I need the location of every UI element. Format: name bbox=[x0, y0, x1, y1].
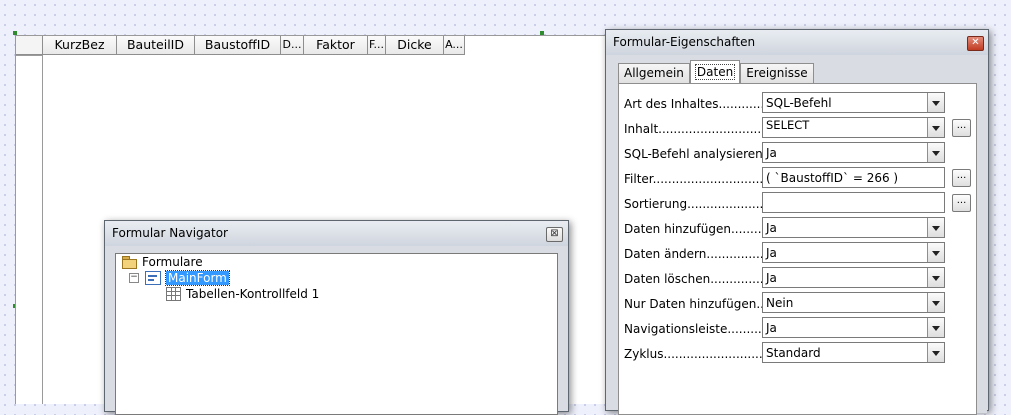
column-header-kurzbez[interactable]: KurzBez bbox=[43, 36, 117, 55]
chevron-down-icon[interactable] bbox=[927, 243, 944, 262]
navigator-tree[interactable]: Formulare − MainForm Tabellen-Kontrollfe… bbox=[115, 253, 558, 415]
form-properties-title: Formular-Eigenschaften bbox=[613, 35, 756, 49]
property-label: SQL-Befehl analysieren..... bbox=[624, 147, 782, 161]
grid-corner bbox=[16, 36, 43, 55]
sortierung-more-button[interactable]: ... bbox=[952, 194, 971, 212]
row-header-divider bbox=[16, 55, 43, 56]
daten-hinzufuegen-dropdown[interactable]: Ja bbox=[762, 217, 945, 238]
property-filter: Filter..................................… bbox=[619, 167, 976, 191]
dropdown-value: SQL-Befehl bbox=[766, 96, 832, 110]
tab-label: Daten bbox=[694, 64, 736, 80]
form-icon bbox=[145, 271, 161, 285]
dropdown-value: Standard bbox=[766, 346, 821, 360]
chevron-down-icon[interactable] bbox=[927, 143, 944, 162]
property-label: Navigationsleiste............... bbox=[624, 322, 785, 336]
chevron-down-icon[interactable] bbox=[927, 118, 944, 137]
daten-aendern-dropdown[interactable]: Ja bbox=[762, 242, 945, 263]
collapse-icon[interactable]: − bbox=[129, 273, 139, 283]
property-label: Nur Daten hinzufügen....... bbox=[624, 297, 784, 311]
tree-item-label: Formulare bbox=[142, 255, 203, 269]
tree-item-label: Tabellen-Kontrollfeld 1 bbox=[186, 287, 320, 301]
chevron-down-icon[interactable] bbox=[927, 93, 944, 112]
row-header-column bbox=[42, 55, 43, 404]
form-navigator-title: Formular Navigator bbox=[112, 226, 228, 240]
art-des-inhaltes-dropdown[interactable]: SQL-Befehl bbox=[762, 92, 945, 113]
column-header-dicke[interactable]: Dicke bbox=[386, 36, 444, 55]
form-navigator-window[interactable]: Formular Navigator ⊠ Formulare − MainFor… bbox=[104, 220, 569, 415]
daten-tab-panel: Art des Inhaltes.................. SQL-B… bbox=[618, 83, 977, 415]
chevron-down-icon[interactable] bbox=[927, 218, 944, 237]
daten-loeschen-dropdown[interactable]: Ja bbox=[762, 267, 945, 288]
property-daten-loeschen: Daten löschen....................... Ja bbox=[619, 267, 976, 291]
form-navigator-titlebar[interactable]: Formular Navigator bbox=[105, 221, 568, 246]
tab-ereignisse[interactable]: Ereignisse bbox=[740, 63, 814, 83]
property-daten-hinzufuegen: Daten hinzufügen.............. Ja bbox=[619, 217, 976, 241]
tree-item-formulare[interactable]: Formulare bbox=[122, 254, 203, 270]
combobox-value: SELECT bbox=[766, 118, 810, 132]
form-properties-window[interactable]: Formular-Eigenschaften ✕ Allgemein Daten… bbox=[605, 29, 989, 415]
column-header-d[interactable]: D... bbox=[281, 36, 304, 55]
tree-item-table-control[interactable]: Tabellen-Kontrollfeld 1 bbox=[166, 286, 319, 302]
property-navigationsleiste: Navigationsleiste............... Ja bbox=[619, 317, 976, 341]
property-daten-aendern: Daten ändern......................... Ja bbox=[619, 242, 976, 266]
chevron-down-icon[interactable] bbox=[927, 293, 944, 312]
field-value: ( `BaustoffID` = 266 ) bbox=[766, 171, 899, 185]
column-header-faktor[interactable]: Faktor bbox=[304, 36, 368, 55]
close-icon[interactable]: ⊠ bbox=[546, 227, 563, 242]
filter-more-button[interactable]: ... bbox=[952, 169, 971, 187]
chevron-down-icon[interactable] bbox=[927, 268, 944, 287]
form-properties-titlebar[interactable]: Formular-Eigenschaften bbox=[606, 30, 988, 55]
dropdown-value: Ja bbox=[766, 221, 777, 235]
property-nur-daten-hinzufuegen: Nur Daten hinzufügen....... Nein bbox=[619, 292, 976, 316]
dropdown-value: Ja bbox=[766, 146, 777, 160]
navigationsleiste-dropdown[interactable]: Ja bbox=[762, 317, 945, 338]
zyklus-dropdown[interactable]: Standard bbox=[762, 342, 945, 363]
tab-daten[interactable]: Daten bbox=[689, 60, 741, 83]
tree-item-label: MainForm bbox=[165, 270, 230, 286]
column-header-a[interactable]: A... bbox=[444, 36, 465, 55]
property-art-des-inhaltes: Art des Inhaltes.................. SQL-B… bbox=[619, 92, 976, 116]
properties-scrollbar[interactable] bbox=[977, 83, 987, 413]
close-icon[interactable]: ✕ bbox=[967, 36, 984, 51]
inhalt-more-button[interactable]: ... bbox=[952, 119, 971, 137]
property-inhalt: Inhalt..................................… bbox=[619, 117, 976, 141]
tree-item-mainform[interactable]: − MainForm bbox=[129, 270, 230, 286]
dropdown-value: Ja bbox=[766, 271, 777, 285]
property-zyklus: Zyklus..................................… bbox=[619, 342, 976, 366]
property-label: Daten hinzufügen.............. bbox=[624, 222, 785, 236]
nur-daten-hinzufuegen-dropdown[interactable]: Nein bbox=[762, 292, 945, 313]
column-header-bauteilid[interactable]: BauteilID bbox=[117, 36, 195, 55]
property-sql-befehl-analysieren: SQL-Befehl analysieren..... Ja bbox=[619, 142, 976, 166]
chevron-down-icon[interactable] bbox=[927, 343, 944, 362]
column-header-baustoffid[interactable]: BaustoffID bbox=[195, 36, 281, 55]
grid-header: KurzBez BauteilID BaustoffID D... Faktor… bbox=[16, 36, 465, 55]
filter-field[interactable]: ( `BaustoffID` = 266 ) bbox=[762, 167, 945, 188]
dropdown-value: Ja bbox=[766, 246, 777, 260]
properties-tabs: Allgemein Daten Ereignisse bbox=[618, 60, 814, 83]
column-header-f[interactable]: F... bbox=[368, 36, 386, 55]
sortierung-field[interactable] bbox=[762, 192, 945, 213]
chevron-down-icon[interactable] bbox=[927, 318, 944, 337]
inhalt-combobox[interactable]: SELECT bbox=[762, 117, 945, 138]
tab-allgemein[interactable]: Allgemein bbox=[618, 63, 690, 83]
table-control-icon bbox=[166, 287, 181, 301]
dropdown-value: Ja bbox=[766, 321, 777, 335]
folder-icon bbox=[122, 256, 137, 269]
sql-analysieren-dropdown[interactable]: Ja bbox=[762, 142, 945, 163]
dropdown-value: Nein bbox=[766, 296, 794, 310]
property-sortierung: Sortierung..............................… bbox=[619, 192, 976, 216]
